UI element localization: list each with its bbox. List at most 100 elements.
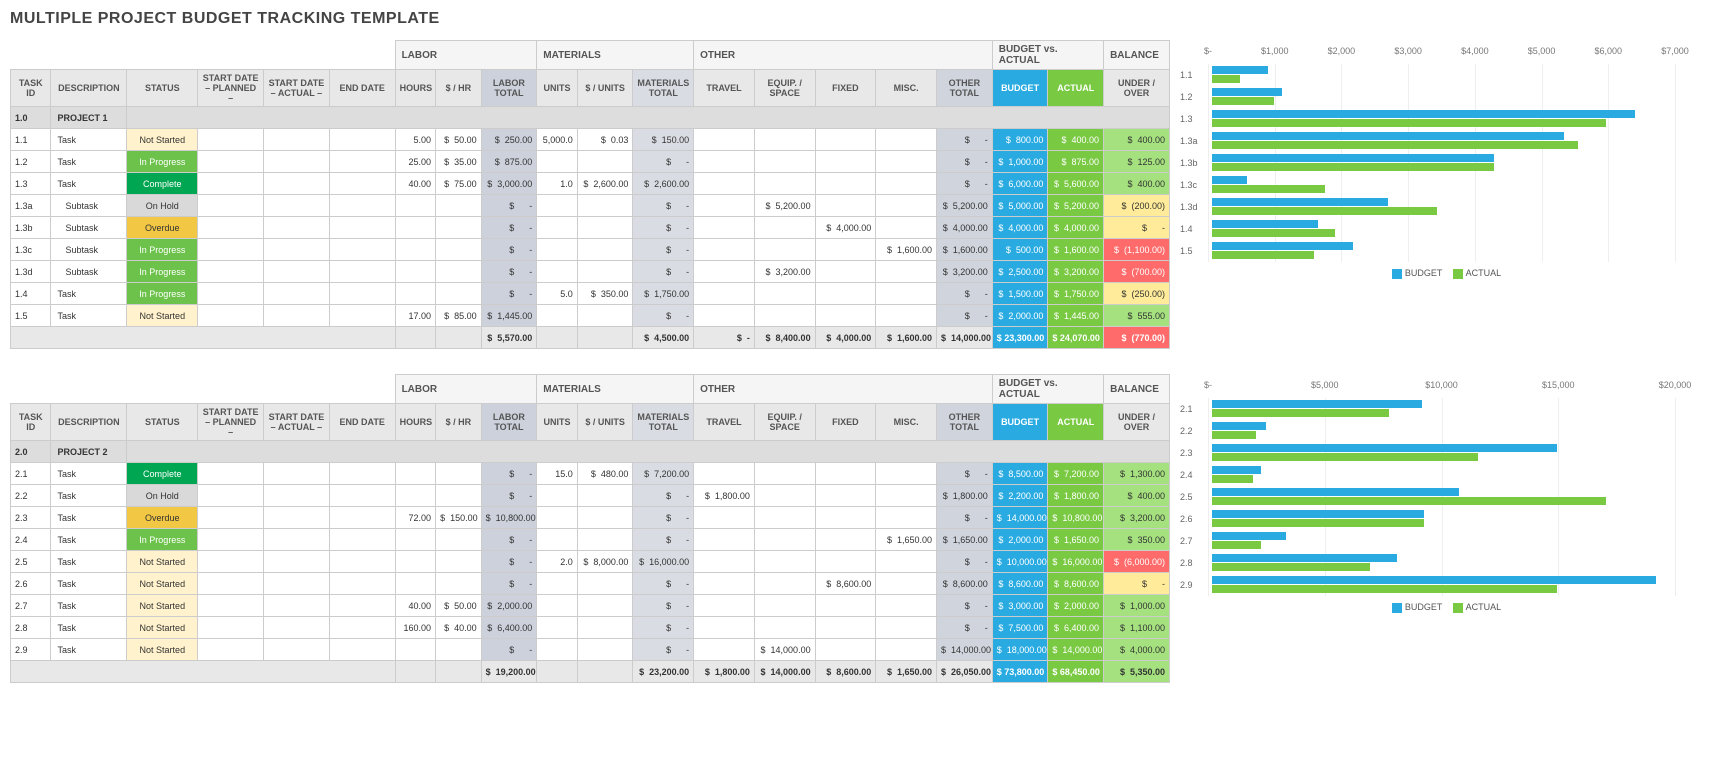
end-date[interactable] — [329, 305, 395, 327]
travel[interactable] — [694, 261, 755, 283]
task-desc[interactable]: Task — [51, 463, 127, 485]
rate[interactable] — [436, 217, 482, 239]
start-planned[interactable] — [198, 573, 264, 595]
other-total[interactable]: $ 1,800.00 — [937, 485, 993, 507]
task-id[interactable]: 1.1 — [11, 129, 51, 151]
rate[interactable] — [436, 195, 482, 217]
equip[interactable] — [754, 305, 815, 327]
start-actual[interactable] — [264, 595, 330, 617]
start-planned[interactable] — [198, 195, 264, 217]
start-actual[interactable] — [264, 305, 330, 327]
balance[interactable]: $ - — [1104, 217, 1170, 239]
unit-price[interactable] — [577, 195, 633, 217]
equip[interactable] — [754, 551, 815, 573]
other-total[interactable]: $ 8,600.00 — [937, 573, 993, 595]
unit-price[interactable] — [577, 485, 633, 507]
hours[interactable]: 72.00 — [395, 507, 435, 529]
fixed[interactable] — [815, 485, 876, 507]
actual[interactable]: $ 400.00 — [1048, 129, 1104, 151]
equip[interactable] — [754, 595, 815, 617]
sum-mtot[interactable]: $ 4,500.00 — [633, 327, 694, 349]
misc[interactable] — [876, 595, 937, 617]
units[interactable]: 15.0 — [537, 463, 577, 485]
end-date[interactable] — [329, 529, 395, 551]
start-planned[interactable] — [198, 463, 264, 485]
rate[interactable] — [436, 283, 482, 305]
mat-total[interactable]: $ - — [633, 239, 694, 261]
rate[interactable]: $ 75.00 — [436, 173, 482, 195]
start-actual[interactable] — [264, 485, 330, 507]
units[interactable] — [537, 239, 577, 261]
start-planned[interactable] — [198, 617, 264, 639]
other-total[interactable]: $ 4,000.00 — [937, 217, 993, 239]
task-id[interactable]: 2.2 — [11, 485, 51, 507]
balance[interactable]: $ 400.00 — [1104, 173, 1170, 195]
labor-total[interactable]: $ - — [481, 217, 537, 239]
end-date[interactable] — [329, 217, 395, 239]
actual[interactable]: $ 6,400.00 — [1048, 617, 1104, 639]
actual[interactable]: $ 3,200.00 — [1048, 261, 1104, 283]
task-id[interactable]: 1.3a — [11, 195, 51, 217]
other-total[interactable]: $ 3,200.00 — [937, 261, 993, 283]
misc[interactable] — [876, 129, 937, 151]
end-date[interactable] — [329, 617, 395, 639]
misc[interactable] — [876, 261, 937, 283]
status-cell[interactable]: On Hold — [127, 485, 198, 507]
actual[interactable]: $ 875.00 — [1048, 151, 1104, 173]
misc[interactable] — [876, 507, 937, 529]
actual[interactable]: $ 10,800.00 — [1048, 507, 1104, 529]
misc[interactable] — [876, 195, 937, 217]
travel[interactable] — [694, 595, 755, 617]
task-desc[interactable]: Task — [51, 551, 127, 573]
unit-price[interactable] — [577, 151, 633, 173]
hours[interactable] — [395, 239, 435, 261]
travel[interactable] — [694, 639, 755, 661]
units[interactable] — [537, 529, 577, 551]
equip[interactable]: $ 5,200.00 — [754, 195, 815, 217]
task-desc[interactable]: Task — [51, 617, 127, 639]
task-desc[interactable]: Task — [51, 595, 127, 617]
equip[interactable] — [754, 173, 815, 195]
sum-misc[interactable]: $ 1,650.00 — [876, 661, 937, 683]
end-date[interactable] — [329, 507, 395, 529]
sum-fixed[interactable]: $ 4,000.00 — [815, 327, 876, 349]
unit-price[interactable] — [577, 305, 633, 327]
travel[interactable] — [694, 529, 755, 551]
units[interactable]: 2.0 — [537, 551, 577, 573]
end-date[interactable] — [329, 639, 395, 661]
actual[interactable]: $ 5,200.00 — [1048, 195, 1104, 217]
status-cell[interactable]: Not Started — [127, 305, 198, 327]
start-planned[interactable] — [198, 283, 264, 305]
balance[interactable]: $ 1,000.00 — [1104, 595, 1170, 617]
start-planned[interactable] — [198, 239, 264, 261]
fixed[interactable] — [815, 463, 876, 485]
misc[interactable] — [876, 485, 937, 507]
fixed[interactable] — [815, 173, 876, 195]
sum-budget[interactable]: $ 23,300.00 — [992, 327, 1048, 349]
misc[interactable] — [876, 283, 937, 305]
task-id[interactable]: 2.8 — [11, 617, 51, 639]
rate[interactable]: $ 85.00 — [436, 305, 482, 327]
sum-travel[interactable]: $ - — [694, 327, 755, 349]
budget[interactable]: $ 18,000.00 — [992, 639, 1048, 661]
actual[interactable]: $ 1,600.00 — [1048, 239, 1104, 261]
task-id[interactable]: 2.1 — [11, 463, 51, 485]
mat-total[interactable]: $ 16,000.00 — [633, 551, 694, 573]
travel[interactable] — [694, 283, 755, 305]
budget[interactable]: $ 4,000.00 — [992, 217, 1048, 239]
hours[interactable]: 40.00 — [395, 173, 435, 195]
balance[interactable]: $ (700.00) — [1104, 261, 1170, 283]
misc[interactable]: $ 1,650.00 — [876, 529, 937, 551]
labor-total[interactable]: $ 2,000.00 — [481, 595, 537, 617]
task-id[interactable]: 2.7 — [11, 595, 51, 617]
labor-total[interactable]: $ - — [481, 463, 537, 485]
units[interactable]: 5,000.0 — [537, 129, 577, 151]
actual[interactable]: $ 1,445.00 — [1048, 305, 1104, 327]
other-total[interactable]: $ 1,600.00 — [937, 239, 993, 261]
misc[interactable] — [876, 463, 937, 485]
status-cell[interactable]: In Progress — [127, 261, 198, 283]
unit-price[interactable] — [577, 617, 633, 639]
task-id[interactable]: 2.4 — [11, 529, 51, 551]
budget[interactable]: $ 500.00 — [992, 239, 1048, 261]
units[interactable] — [537, 195, 577, 217]
